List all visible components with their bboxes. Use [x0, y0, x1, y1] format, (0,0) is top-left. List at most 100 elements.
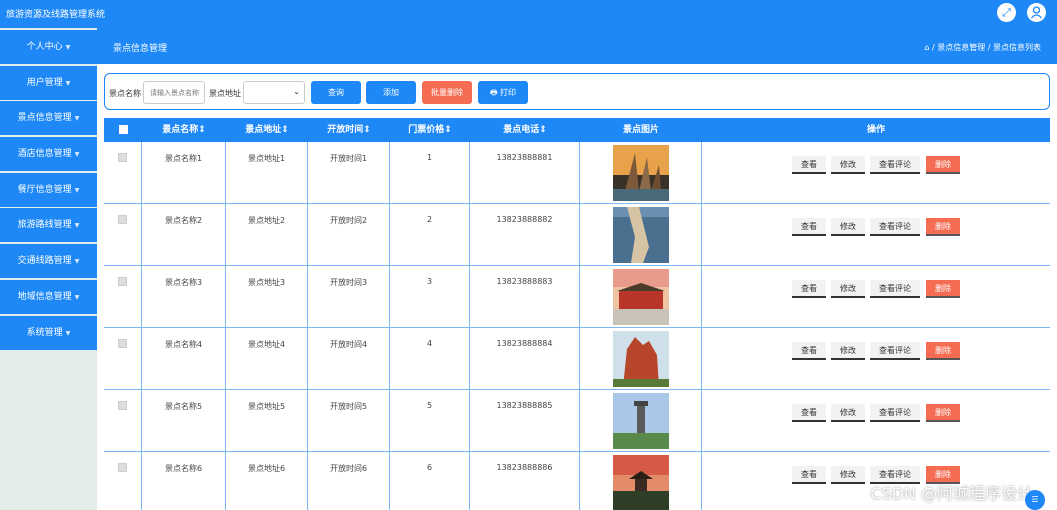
sidebar-item-routes[interactable]: 旅游路线管理 ▼ [0, 208, 97, 242]
price-cell: 3 [390, 266, 470, 328]
tiananmen-photo [613, 269, 669, 325]
attractions-table: 景点名称⇕ 景点地址⇕ 开放时间⇕ 门票价格⇕ 景点电话⇕ 景点图片 操作 景点… [104, 118, 1050, 510]
fullscreen-icon[interactable]: ⤢ [997, 3, 1016, 22]
row-checkbox[interactable] [118, 463, 127, 472]
phone-cell: 13823888881 [470, 142, 580, 204]
edit-button[interactable]: 修改 [831, 280, 865, 298]
row-checkbox[interactable] [118, 339, 127, 348]
view-button[interactable]: 查看 [792, 156, 826, 174]
name-cell: 景点名称6 [142, 452, 226, 510]
price-cell: 6 [390, 452, 470, 510]
sidebar-item-hotels[interactable]: 酒店信息管理 ▼ [0, 137, 97, 171]
sidebar-item-label: 景点信息管理 [17, 113, 72, 123]
address-cell: 景点地址6 [226, 452, 308, 510]
watermark: CSDN @阿城程序设计 [870, 484, 1033, 503]
header-actions: 操作 [866, 125, 885, 135]
sidebar-item-regions[interactable]: 地域信息管理 ▼ [0, 280, 97, 314]
sidebar-item-profile[interactable]: 个人中心 ▼ [0, 30, 97, 64]
header-name[interactable]: 景点名称⇕ [142, 118, 226, 142]
sidebar-item-attractions[interactable]: 景点信息管理 ▼ [0, 101, 97, 135]
row-select-cell [104, 390, 142, 452]
sidebar-item-label: 系统管理 [26, 328, 63, 338]
header-price[interactable]: 门票价格⇕ [390, 118, 470, 142]
sidebar-item-system[interactable]: 系统管理 ▼ [0, 316, 97, 350]
chevron-down-icon: ▼ [74, 151, 80, 158]
name-cell: 景点名称5 [142, 390, 226, 452]
address-cell: 景点地址5 [226, 390, 308, 452]
open-time-cell: 开放时间6 [308, 452, 390, 510]
pagoda-photo [613, 455, 669, 510]
row-checkbox[interactable] [118, 277, 127, 286]
view-button[interactable]: 查看 [792, 280, 826, 298]
sidebar-item-restaurants[interactable]: 餐厅信息管理 ▼ [0, 173, 97, 207]
view-comments-button[interactable]: 查看评论 [870, 156, 920, 174]
delete-button[interactable]: 删除 [926, 156, 960, 174]
breadcrumb[interactable]: ⌂ / 景点信息管理 / 景点信息列表 [924, 42, 1041, 53]
address-label: 景点地址 [209, 89, 241, 98]
help-button[interactable]: ☰ [1025, 490, 1045, 510]
address-cell: 景点地址1 [226, 142, 308, 204]
edit-button[interactable]: 修改 [831, 218, 865, 236]
table-row: 景点名称1 景点地址1 开放时间1 1 13823888881 查看 修改 查看评论 删除 [104, 142, 1050, 204]
select-all-checkbox[interactable] [118, 125, 128, 134]
top-bar: 旅游资源及线路管理系统 ⤢ [0, 0, 1057, 28]
header-open-time[interactable]: 开放时间⇕ [308, 118, 390, 142]
sidebar-item-label: 酒店信息管理 [17, 149, 72, 159]
view-button[interactable]: 查看 [792, 466, 826, 484]
table-row: 景点名称5 景点地址5 开放时间5 5 13823888885 查看 修改 查看评论 删除 [104, 390, 1050, 452]
name-cell: 景点名称4 [142, 328, 226, 390]
address-select[interactable]: ⌄ [243, 81, 305, 104]
view-button[interactable]: 查看 [792, 342, 826, 360]
delete-button[interactable]: 删除 [926, 404, 960, 422]
app-title: 旅游资源及线路管理系统 [6, 10, 106, 20]
view-button[interactable]: 查看 [792, 218, 826, 236]
chevron-down-icon: ▼ [74, 294, 80, 301]
delete-button[interactable]: 删除 [926, 280, 960, 298]
edit-button[interactable]: 修改 [831, 156, 865, 174]
chevron-down-icon: ▼ [74, 187, 80, 194]
view-comments-button[interactable]: 查看评论 [870, 342, 920, 360]
batch-delete-button[interactable]: 批量删除 [422, 81, 472, 104]
sail-buildings-photo [613, 145, 669, 201]
view-comments-button[interactable]: 查看评论 [870, 404, 920, 422]
row-checkbox[interactable] [118, 153, 127, 162]
edit-button[interactable]: 修改 [831, 404, 865, 422]
chevron-down-icon: ▼ [65, 80, 71, 87]
row-checkbox[interactable] [118, 215, 127, 224]
name-search-input[interactable] [143, 81, 205, 104]
edit-button[interactable]: 修改 [831, 342, 865, 360]
query-button[interactable]: 查询 [311, 81, 361, 104]
chevron-down-icon: ⌄ [293, 87, 300, 96]
phone-cell: 13823888882 [470, 204, 580, 266]
view-button[interactable]: 查看 [792, 404, 826, 422]
sidebar-item-label: 个人中心 [26, 42, 63, 52]
phone-cell: 13823888883 [470, 266, 580, 328]
chevron-down-icon: ▼ [74, 115, 80, 122]
select-all-cell [104, 118, 142, 142]
header-phone[interactable]: 景点电话⇕ [470, 118, 580, 142]
edit-button[interactable]: 修改 [831, 466, 865, 484]
open-time-cell: 开放时间5 [308, 390, 390, 452]
header-address[interactable]: 景点地址⇕ [226, 118, 308, 142]
header-image: 景点图片 [622, 125, 659, 135]
user-icon[interactable] [1027, 3, 1046, 22]
view-comments-button[interactable]: 查看评论 [870, 280, 920, 298]
delete-button[interactable]: 删除 [926, 218, 960, 236]
view-comments-button[interactable]: 查看评论 [870, 218, 920, 236]
address-cell: 景点地址4 [226, 328, 308, 390]
sidebar-item-label: 地域信息管理 [17, 292, 72, 302]
row-select-cell [104, 142, 142, 204]
delete-button[interactable]: 删除 [926, 342, 960, 360]
open-time-cell: 开放时间3 [308, 266, 390, 328]
row-select-cell [104, 452, 142, 510]
chevron-down-icon: ▼ [74, 222, 80, 229]
add-button[interactable]: 添加 [366, 81, 416, 104]
row-checkbox[interactable] [118, 401, 127, 410]
price-cell: 1 [390, 142, 470, 204]
phone-cell: 13823888886 [470, 452, 580, 510]
sidebar-item-users[interactable]: 用户管理 ▼ [0, 66, 97, 100]
table-row: 景点名称3 景点地址3 开放时间3 3 13823888883 查看 修改 查看评论 删除 [104, 266, 1050, 328]
print-button[interactable]: 🖶 打印 [478, 81, 528, 104]
sidebar-item-transport[interactable]: 交通线路管理 ▼ [0, 244, 97, 278]
sidebar-item-label: 交通线路管理 [17, 256, 72, 266]
